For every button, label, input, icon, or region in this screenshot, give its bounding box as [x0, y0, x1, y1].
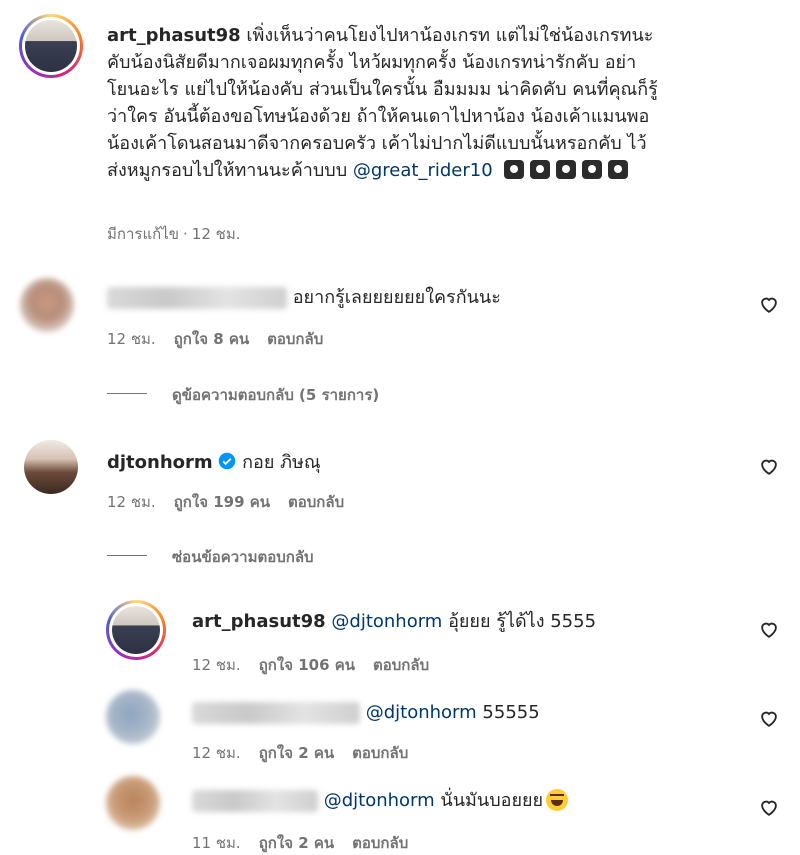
- edited-label: มีการแก้ไข: [107, 225, 179, 243]
- likes-count[interactable]: ถูกใจ 199 คน: [174, 493, 270, 511]
- mention-link[interactable]: @djtonhorm: [331, 611, 442, 632]
- avatar[interactable]: [106, 690, 160, 744]
- avatar[interactable]: [24, 440, 78, 494]
- comment-line: เพิ่งเห็นว่าคนโยงไปหาน้องเกรท แต่ไม่ใช่น…: [246, 25, 654, 46]
- timestamp[interactable]: 11 ชม.: [192, 834, 241, 852]
- comment-line: ว่าใคร อันนี้ต้องขอโทษน้องด้วย ถ้าให้คนเ…: [107, 106, 650, 127]
- heart-icon[interactable]: [758, 618, 780, 640]
- reply-text: 55555: [482, 702, 540, 723]
- heart-icon[interactable]: [758, 707, 780, 729]
- reply-username[interactable]: art_phasut98: [192, 611, 326, 632]
- reply-body: art_phasut98 @djtonhorm อุ้ยยย รู้ได้ไง …: [192, 608, 596, 635]
- likes-count[interactable]: ถูกใจ 2 คน: [259, 744, 334, 762]
- view-replies-button[interactable]: ดูข้อความตอบกลับ (5 รายการ): [172, 383, 379, 407]
- reply-meta: 12 ชม. ถูกใจ 106 คน ตอบกลับ: [192, 653, 447, 677]
- avatar: [112, 606, 160, 654]
- camera-emoji-icon: [608, 160, 629, 179]
- hide-replies-button[interactable]: ซ่อนข้อความตอบกลับ: [172, 545, 314, 569]
- main-comment-meta: มีการแก้ไข · 12 ชม.: [107, 222, 258, 246]
- comment-body: djtonhorm กอย ภิษณุ: [107, 449, 321, 476]
- comment-username[interactable]: art_phasut98: [107, 25, 241, 46]
- replies-divider-line: [107, 393, 147, 394]
- blurred-username[interactable]: [192, 790, 318, 812]
- timestamp[interactable]: 12 ชม.: [192, 656, 241, 674]
- comment-meta: 12 ชม. ถูกใจ 199 คน ตอบกลับ: [107, 490, 362, 514]
- heart-icon[interactable]: [758, 293, 780, 315]
- heart-icon[interactable]: [758, 796, 780, 818]
- timestamp[interactable]: 12 ชม.: [107, 330, 156, 348]
- likes-count[interactable]: ถูกใจ 8 คน: [174, 330, 249, 348]
- reply-body: @djtonhorm 55555: [192, 699, 540, 726]
- reply-button[interactable]: ตอบกลับ: [288, 493, 344, 511]
- comment-line: น้องเค้าโดนสอนมาดีจากครอบครัว เค้าไม่ปาก…: [107, 133, 647, 154]
- likes-count[interactable]: ถูกใจ 106 คน: [259, 656, 355, 674]
- likes-count[interactable]: ถูกใจ 2 คน: [259, 834, 334, 852]
- timestamp[interactable]: 12 ชม.: [192, 225, 241, 243]
- camera-emoji-icon: [530, 160, 551, 179]
- reply-button[interactable]: ตอบกลับ: [352, 834, 408, 852]
- main-comment-body: art_phasut98 เพิ่งเห็นว่าคนโยงไปหาน้องเก…: [107, 22, 787, 184]
- reply-meta: 12 ชม. ถูกใจ 2 คน ตอบกลับ: [192, 741, 426, 765]
- blurred-username[interactable]: [107, 287, 287, 309]
- reply-text: นั่นมันบอยยย: [440, 790, 544, 811]
- reply-button[interactable]: ตอบกลับ: [267, 330, 323, 348]
- comment-text: อยากรู้เลยยยยยยใครกันนะ: [292, 287, 501, 308]
- mention-link[interactable]: @djtonhorm: [366, 702, 477, 723]
- laughing-emoji-icon: [546, 789, 569, 811]
- avatar[interactable]: [106, 776, 160, 830]
- reply-button[interactable]: ตอบกลับ: [373, 656, 429, 674]
- blurred-username[interactable]: [192, 702, 360, 724]
- separator: ·: [183, 225, 188, 243]
- heart-icon[interactable]: [758, 455, 780, 477]
- timestamp[interactable]: 12 ชม.: [107, 493, 156, 511]
- mention-link[interactable]: @djtonhorm: [324, 790, 435, 811]
- avatar-story-ring[interactable]: [106, 600, 166, 660]
- camera-emoji-icon: [556, 160, 577, 179]
- avatar[interactable]: [20, 278, 74, 332]
- comment-line: คับน้องนิสัยดีมากเจอผมทุกครั้ง ไหว้ผมทุก…: [107, 52, 637, 73]
- verified-badge-icon: [219, 452, 236, 470]
- comment-body: อยากรู้เลยยยยยยใครกันนะ: [107, 284, 501, 311]
- avatar: [25, 20, 77, 72]
- camera-emoji-icon: [582, 160, 603, 179]
- comment-line: ส่งหมูกรอบไปให้ทานนะค้าบบบ: [107, 160, 348, 181]
- mention-link[interactable]: @great_rider10: [353, 160, 493, 181]
- reply-text: อุ้ยยย รู้ได้ไง 5555: [448, 611, 597, 632]
- comment-text: กอย ภิษณุ: [242, 452, 321, 473]
- reply-meta: 11 ชม. ถูกใจ 2 คน ตอบกลับ: [192, 831, 426, 855]
- camera-emoji-icon: [504, 160, 525, 179]
- comment-line: โยนอะไร แย่ไปให้น้องคับ ส่วนเป็นใครนั้น …: [107, 79, 658, 100]
- avatar-story-ring[interactable]: [19, 14, 83, 78]
- timestamp[interactable]: 12 ชม.: [192, 744, 241, 762]
- comment-meta: 12 ชม. ถูกใจ 8 คน ตอบกลับ: [107, 327, 341, 351]
- comment-username[interactable]: djtonhorm: [107, 452, 213, 473]
- reply-body: @djtonhorm นั่นมันบอยยย: [192, 787, 569, 814]
- replies-divider-line: [107, 555, 147, 556]
- reply-button[interactable]: ตอบกลับ: [352, 744, 408, 762]
